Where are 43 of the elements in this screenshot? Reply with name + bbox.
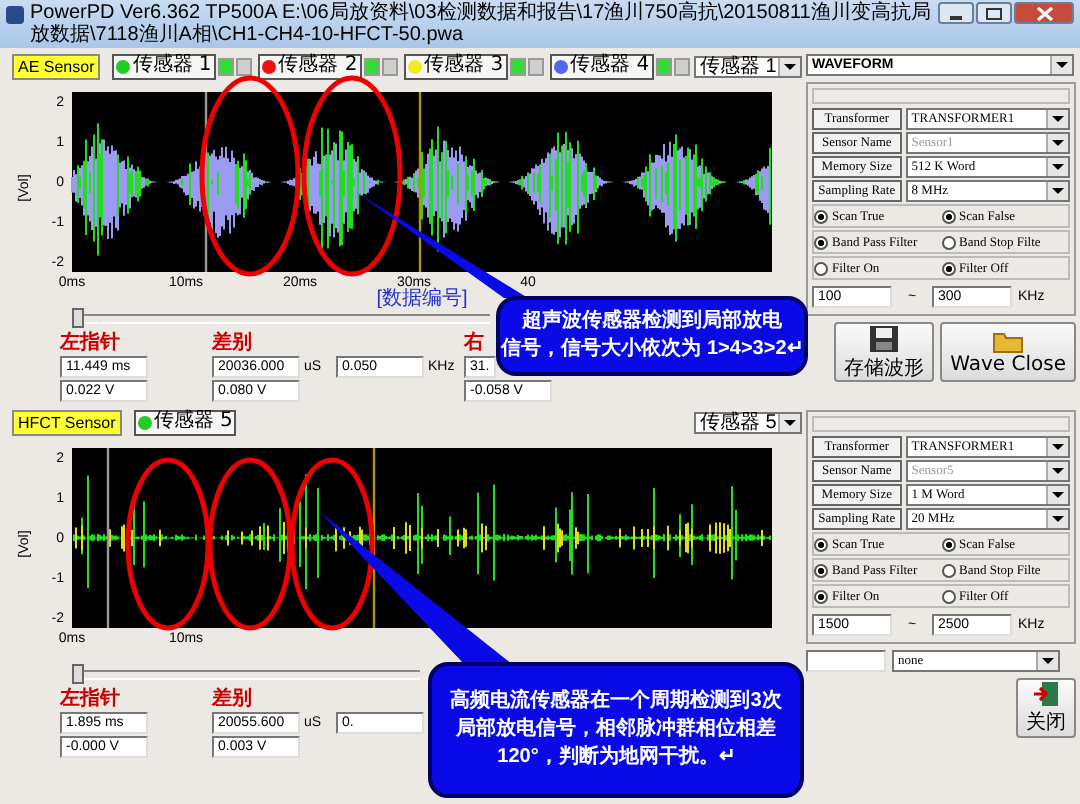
sensor-button[interactable]: 传感器 1 xyxy=(112,53,216,79)
channel-indicator[interactable] xyxy=(655,57,672,75)
difference-label: 差别 xyxy=(212,332,252,354)
pointer-label: 右 xyxy=(464,332,484,354)
axis-title: [数据编号] xyxy=(376,288,468,308)
sensor-button[interactable]: 传感器 2 xyxy=(258,53,362,79)
slider-handle[interactable] xyxy=(72,664,84,684)
exit-button[interactable]: 关闭 xyxy=(1016,678,1076,738)
trigger-indicator[interactable] xyxy=(527,57,545,75)
callout-note: 高频电流传感器在一个周期检测到3次 局部放电信号，相邻脉冲群相位相差 120°，判断为地网干扰。↵ xyxy=(428,662,804,798)
sensor-type-label: HFCT Sensor xyxy=(12,409,122,435)
sensor-button[interactable]: 传感器 5 xyxy=(133,409,237,435)
close-icon[interactable] xyxy=(1014,2,1074,24)
cursor-line[interactable] xyxy=(106,448,110,628)
folder-icon xyxy=(992,328,1025,354)
maximize-icon[interactable] xyxy=(976,2,1012,24)
sensor-button[interactable]: 传感器 3 xyxy=(404,53,508,79)
channel-indicator[interactable] xyxy=(363,57,380,75)
window-title: PowerPD Ver6.362 TP500A E:\06局放资料\03检测数据和报告\17渔川750高抗\20150811渔川变高抗局放数据\7118渔川A相\CH1-CH4-10-HFCT-50.pwa xyxy=(30,2,932,46)
app-icon xyxy=(6,6,24,24)
channel-indicator[interactable] xyxy=(509,57,526,75)
pointer-label: 左指针 xyxy=(60,332,120,354)
exit-door-icon xyxy=(1032,680,1060,708)
save-wave-button[interactable]: 存储波形 xyxy=(834,322,935,382)
sensor-dropdown[interactable]: 传感器 1 xyxy=(693,55,802,77)
sensor-button[interactable]: 传感器 4 xyxy=(550,53,654,79)
channel-indicator[interactable] xyxy=(217,57,234,75)
slider-track[interactable] xyxy=(72,670,420,680)
trigger-indicator[interactable] xyxy=(235,57,253,75)
callout-note: 超声波传感器检测到局部放电 信号，信号大小依次为 1>4>3>2↵ xyxy=(496,296,808,376)
input-field[interactable] xyxy=(806,650,886,672)
slider-track[interactable] xyxy=(72,314,490,324)
trigger-indicator[interactable] xyxy=(381,57,399,75)
minimize-icon[interactable] xyxy=(938,2,974,24)
cursor-line[interactable] xyxy=(372,448,376,628)
pointer-label: 左指针 xyxy=(60,688,120,710)
trigger-indicator[interactable] xyxy=(673,57,690,75)
sensor-dropdown[interactable]: 传感器 5 xyxy=(694,411,802,433)
sensor-type-label: AE Sensor xyxy=(12,53,101,79)
cursor-line[interactable] xyxy=(418,92,422,272)
slider-handle[interactable] xyxy=(72,308,84,328)
wave-close-button[interactable]: Wave Close xyxy=(940,322,1076,382)
difference-label: 差别 xyxy=(212,688,252,710)
